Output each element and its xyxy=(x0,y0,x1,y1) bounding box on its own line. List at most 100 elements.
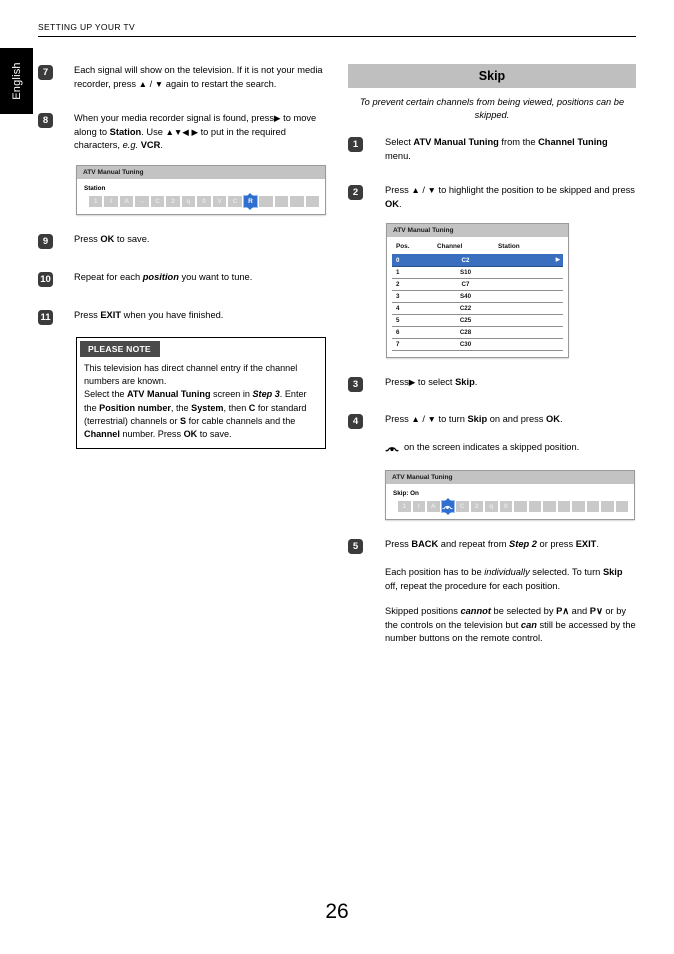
character-cell[interactable]: 0 xyxy=(499,500,512,512)
character-cell[interactable]: ↔ xyxy=(135,195,149,207)
channel-table[interactable]: Pos. Channel Station 0 C2 ▶ 1 S10 2 C7 3 S40 4 C22… xyxy=(392,240,563,352)
character-cell[interactable]: R xyxy=(242,194,259,208)
skip-info-paragraph-1: Each position has to be individually sel… xyxy=(385,566,623,591)
step-badge: 5 xyxy=(348,538,363,554)
step-text: Press ▲ / ▼ to highlight the position to… xyxy=(385,185,635,209)
column-header-channel: Channel xyxy=(437,243,463,251)
character-cell[interactable]: I xyxy=(412,500,425,512)
character-cell[interactable] xyxy=(543,500,556,512)
table-row[interactable]: 6 C28 xyxy=(392,326,563,340)
table-body: 0 C2 ▶ 1 S10 2 C7 3 S40 4 C22 5 C25 6 C28 7 C30 xyxy=(392,254,563,352)
character-cell[interactable]: q xyxy=(485,500,498,512)
character-cell[interactable]: 2 xyxy=(470,500,483,512)
skip-eye-icon xyxy=(385,444,399,458)
character-cell[interactable]: 1 xyxy=(89,195,103,207)
cell-pos: 3 xyxy=(392,290,434,304)
cell-pos: 4 xyxy=(392,302,434,316)
please-note-box: PLEASE NOTE This television has direct c… xyxy=(76,336,326,450)
osd-body: Station 1 I A ↔ C 2 q 0 V C R xyxy=(77,180,325,214)
cell-channel: C7 xyxy=(433,278,498,292)
cell-pos: 1 xyxy=(392,266,434,280)
osd-body: Pos. Channel Station 0 C2 ▶ 1 S10 2 C7 3 S40 4 C22… xyxy=(387,238,568,357)
step-11: 11 Press EXIT when you have finished. xyxy=(38,309,328,325)
cell-pos: 5 xyxy=(392,314,434,328)
table-row[interactable]: 4 C22 xyxy=(392,302,563,316)
cell-pos: 6 xyxy=(392,326,434,340)
step-text: Repeat for each position you want to tun… xyxy=(74,271,253,282)
step-text: Press BACK and repeat from Step 2 or pre… xyxy=(385,538,599,549)
page-number: 26 xyxy=(325,900,349,923)
character-cell[interactable]: C xyxy=(150,195,165,207)
step-9: 9 Press OK to save. xyxy=(38,233,328,249)
character-cell[interactable] xyxy=(601,500,614,512)
step-badge: 7 xyxy=(38,65,53,80)
row-arrow-icon: ▶ xyxy=(555,257,560,264)
cell-channel: C2 xyxy=(433,254,498,268)
step-8: 8 When your media recorder signal is fou… xyxy=(38,112,328,153)
left-column: 7 Each signal will show on the televisio… xyxy=(38,64,328,450)
character-cell[interactable] xyxy=(572,500,585,512)
character-cell[interactable] xyxy=(514,500,527,512)
table-row[interactable]: 2 C7 xyxy=(392,278,563,292)
character-cell[interactable]: C xyxy=(456,500,469,512)
header-rule xyxy=(38,36,636,37)
character-cell[interactable] xyxy=(557,500,570,512)
step-1: 1 Select ATV Manual Tuning from the Chan… xyxy=(348,136,636,163)
step-text: Press EXIT when you have finished. xyxy=(74,309,224,320)
table-row[interactable]: 0 C2 ▶ xyxy=(392,254,563,268)
character-cell[interactable] xyxy=(615,500,628,512)
step-text: Press ▲ / ▼ to turn Skip on and press OK… xyxy=(385,414,563,425)
column-header-pos: Pos. xyxy=(396,243,410,251)
step-text: Each signal will show on the television.… xyxy=(74,65,323,89)
osd-field-label: Station xyxy=(84,184,106,192)
character-cell[interactable]: A xyxy=(427,500,440,512)
osd-title: ATV Manual Tuning xyxy=(386,470,634,485)
character-cell[interactable]: V xyxy=(212,195,227,207)
character-cell[interactable] xyxy=(259,195,273,207)
section-subtitle: To prevent certain channels from being v… xyxy=(359,97,625,120)
character-cell[interactable]: 0 xyxy=(197,195,211,207)
osd-title: ATV Manual Tuning xyxy=(77,165,325,180)
page-title: SETTING UP YOUR TV xyxy=(38,22,135,32)
osd-body: Skip: On 1IA C2q0 xyxy=(386,485,634,519)
table-row[interactable]: 1 S10 xyxy=(392,266,563,280)
step-text: Select ATV Manual Tuning from the Channe… xyxy=(385,137,608,161)
table-row[interactable]: 7 C30 xyxy=(392,338,563,352)
character-cell[interactable] xyxy=(586,500,599,512)
step-2: 2 Press ▲ / ▼ to highlight the position … xyxy=(348,184,636,211)
step-10: 10 Repeat for each position you want to … xyxy=(38,271,328,287)
table-head: Pos. Channel Station xyxy=(392,240,563,254)
cell-channel: C30 xyxy=(433,338,498,352)
step-7: 7 Each signal will show on the televisio… xyxy=(38,64,328,91)
character-cell[interactable] xyxy=(305,195,320,207)
character-cell[interactable]: A xyxy=(119,195,134,207)
cell-pos: 7 xyxy=(392,338,434,352)
character-cell[interactable]: I xyxy=(104,195,118,207)
please-note-body: This television has direct channel entry… xyxy=(84,362,307,439)
step-3: 3 Press▶ to select Skip. xyxy=(348,376,636,393)
step-badge: 11 xyxy=(38,309,53,325)
character-cell[interactable]: q xyxy=(181,195,196,207)
character-cell[interactable]: C xyxy=(228,195,242,207)
table-row[interactable]: 5 C25 xyxy=(392,314,563,328)
character-cell[interactable]: 2 xyxy=(166,195,180,207)
cell-station: ▶ xyxy=(498,254,563,268)
step-badge: 2 xyxy=(348,185,363,201)
cell-channel: C22 xyxy=(433,302,498,316)
osd-field-label: Skip: On xyxy=(393,489,419,497)
column-header-station: Station xyxy=(498,243,520,251)
character-cell[interactable]: 1 xyxy=(398,500,411,512)
step-badge: 3 xyxy=(348,377,363,393)
character-cells[interactable]: 1IA C2q0 xyxy=(392,499,628,513)
character-cell[interactable] xyxy=(528,500,541,512)
step-badge: 8 xyxy=(38,113,53,129)
character-cell[interactable] xyxy=(274,195,289,207)
character-cell[interactable] xyxy=(290,195,304,207)
table-row[interactable]: 3 S40 xyxy=(392,290,563,304)
please-note-heading: PLEASE NOTE xyxy=(80,340,160,357)
language-tab: English xyxy=(0,48,33,114)
cell-station xyxy=(498,290,563,304)
step-text: When your media recorder signal is found… xyxy=(74,113,317,151)
character-cell-skip-icon[interactable] xyxy=(440,499,455,513)
character-cells[interactable]: 1 I A ↔ C 2 q 0 V C R xyxy=(83,194,320,208)
